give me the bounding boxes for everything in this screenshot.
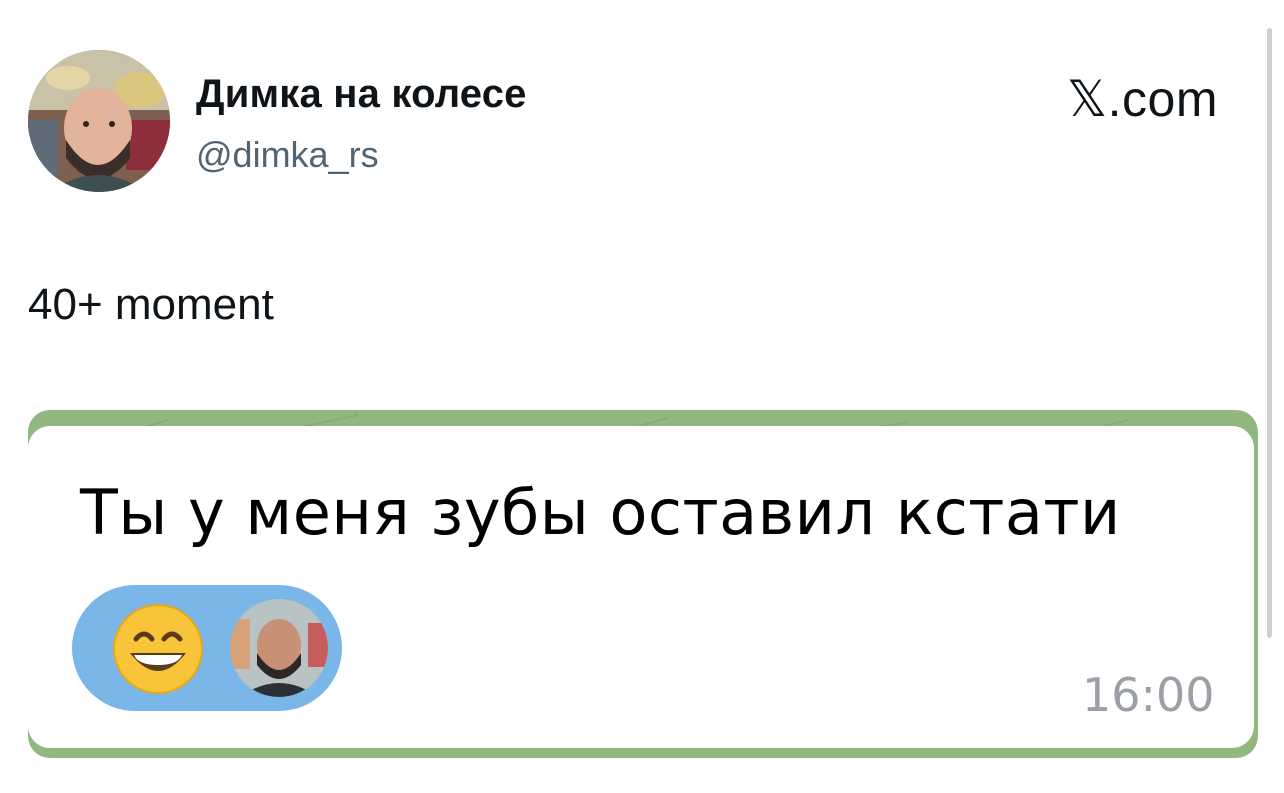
tweet-text: 40+ moment [28, 280, 274, 329]
x-brand-logo: 𝕏.com [1066, 71, 1218, 127]
reactor-avatar[interactable] [230, 599, 328, 697]
author-handle[interactable]: @dimka_rs [196, 134, 379, 176]
scrollbar[interactable] [1267, 28, 1272, 638]
grinning-face-icon [113, 604, 203, 694]
author-avatar[interactable] [28, 50, 170, 192]
message-text: Ты у меня зубы оставил кстати [80, 476, 1121, 549]
reaction-pill[interactable] [72, 585, 342, 711]
message-timestamp: 16:00 [1082, 668, 1215, 722]
tweet-header: Димка на колесе @dimka_rs 𝕏.com [28, 50, 1258, 194]
author-display-name[interactable]: Димка на колесе [196, 72, 527, 117]
